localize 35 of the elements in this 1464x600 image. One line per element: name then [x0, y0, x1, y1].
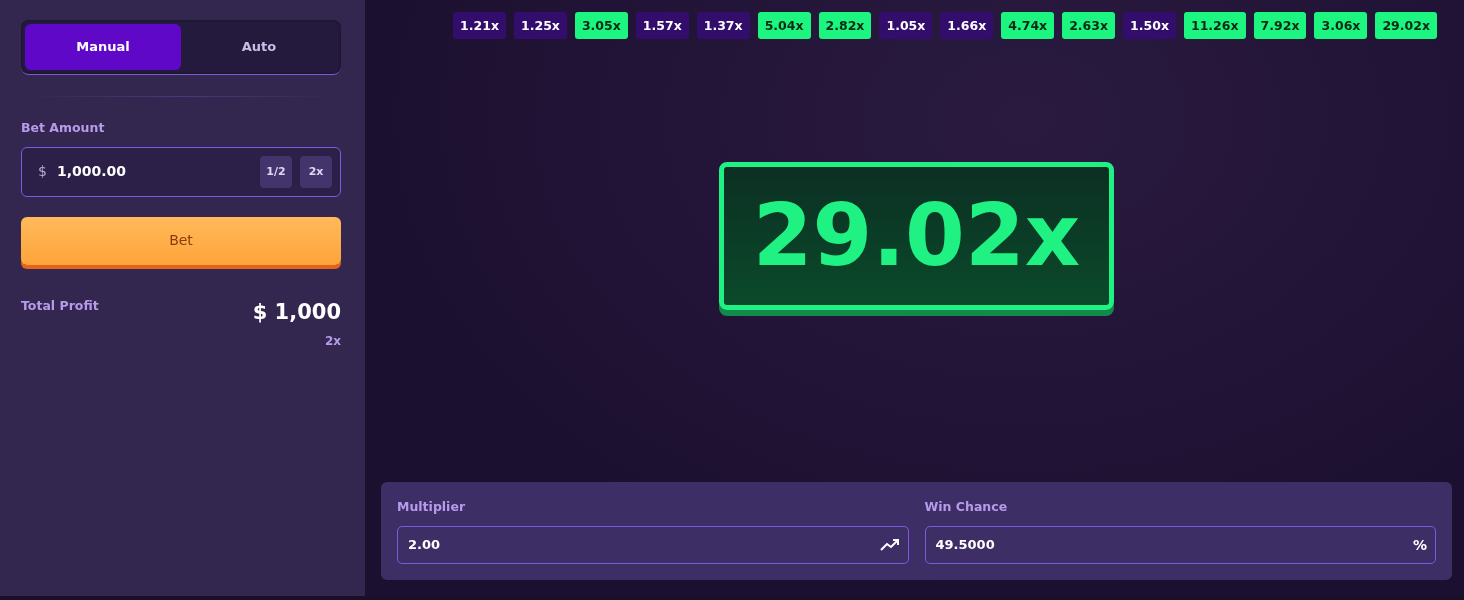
- bet-amount-label: Bet Amount: [21, 119, 106, 137]
- multiplier-label: Multiplier: [397, 498, 467, 517]
- history-chip: 1.25x: [514, 12, 567, 39]
- currency-symbol: $: [38, 162, 47, 182]
- multiplier-input[interactable]: 2.00: [406, 534, 880, 556]
- history-chip: 7.92x: [1253, 12, 1307, 39]
- history-chip: 2.82x: [818, 12, 872, 39]
- history-chip: 1.50x: [1123, 12, 1176, 39]
- half-button[interactable]: 1/2: [260, 155, 292, 188]
- win-chance-input[interactable]: 49.5000: [933, 534, 1413, 556]
- history-chip: 5.04x: [757, 12, 811, 39]
- double-button[interactable]: 2x: [300, 155, 332, 188]
- bet-amount-field[interactable]: $ 1,000.00 1/2 2x: [21, 146, 341, 197]
- multiplier-field[interactable]: 2.00: [397, 526, 909, 564]
- total-profit-label: Total Profit: [21, 296, 99, 315]
- win-chance-field[interactable]: 49.5000 %: [924, 526, 1436, 564]
- history-chip: 11.26x: [1183, 12, 1246, 39]
- mode-tab[interactable]: Auto: [181, 24, 337, 70]
- history-chip: 3.06x: [1314, 12, 1368, 39]
- mode-tab[interactable]: Manual: [25, 24, 181, 70]
- history-chip: 1.21x: [453, 12, 506, 39]
- percent-sign: %: [1412, 535, 1427, 555]
- history-chip: 2.63x: [1062, 12, 1116, 39]
- history-chip: 1.57x: [635, 12, 689, 39]
- total-profit-amount: $ 1,000: [252, 298, 341, 326]
- trend-up-icon: [879, 538, 900, 552]
- history-chip: 29.02x: [1375, 12, 1437, 39]
- win-chance-label: Win Chance: [924, 498, 1009, 517]
- profit-multiplier: 2x: [323, 333, 341, 351]
- history-chip: 1.66x: [940, 12, 994, 39]
- history-chip: 3.05x: [574, 12, 628, 39]
- history-chip: 4.74x: [1001, 12, 1055, 39]
- history-chip: 1.05x: [879, 12, 933, 39]
- history-chip: 1.37x: [696, 12, 750, 39]
- bet-amount-input[interactable]: 1,000.00: [54, 160, 252, 184]
